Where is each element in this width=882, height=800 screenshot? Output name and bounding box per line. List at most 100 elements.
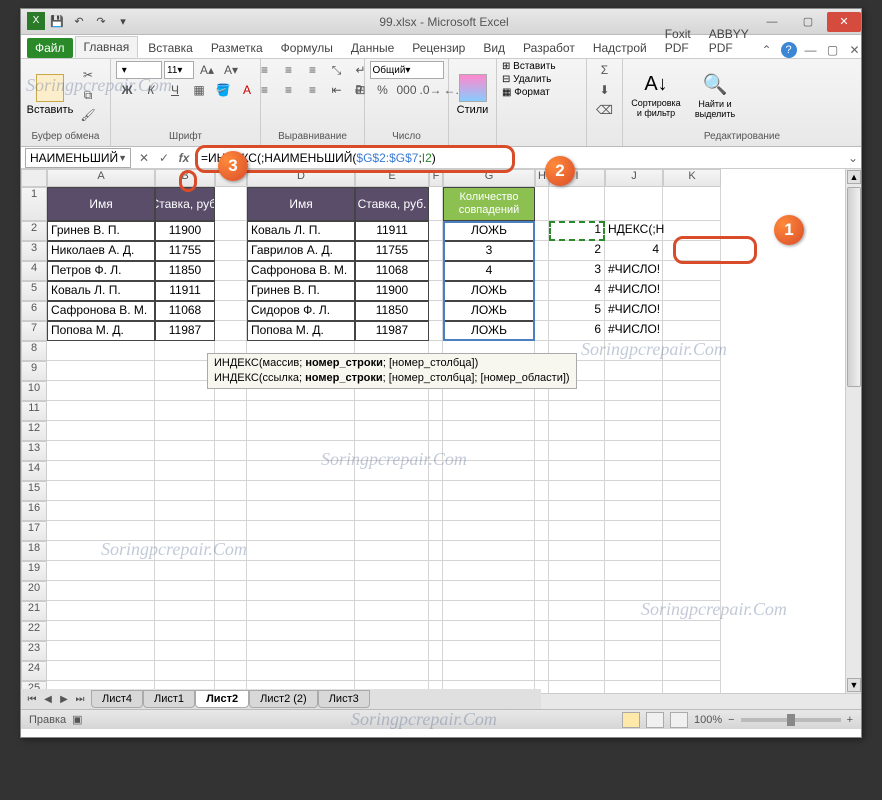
cell[interactable] xyxy=(663,301,721,321)
cell[interactable] xyxy=(605,581,663,601)
cancel-formula-icon[interactable]: ✕ xyxy=(135,149,153,167)
cell[interactable]: 11911 xyxy=(155,281,215,301)
cell[interactable] xyxy=(535,421,549,441)
cell[interactable] xyxy=(663,441,721,461)
row-header-18[interactable]: 18 xyxy=(21,541,47,561)
font-name-combo[interactable]: ▾ xyxy=(116,61,162,79)
align-center-icon[interactable]: ≡ xyxy=(278,81,300,99)
row-header-14[interactable]: 14 xyxy=(21,461,47,481)
cell[interactable]: 4 xyxy=(605,241,663,261)
cell[interactable] xyxy=(247,401,355,421)
cell[interactable] xyxy=(47,561,155,581)
cell[interactable] xyxy=(355,581,429,601)
tab-view[interactable]: Вид xyxy=(475,38,513,58)
cell[interactable] xyxy=(549,421,605,441)
cell[interactable] xyxy=(47,481,155,501)
cell[interactable] xyxy=(355,661,429,681)
tab-home[interactable]: Главная xyxy=(75,36,139,58)
cell[interactable]: 11900 xyxy=(355,281,429,301)
cell[interactable]: Сидоров Ф. Л. xyxy=(247,301,355,321)
cell[interactable] xyxy=(535,241,549,261)
cell[interactable] xyxy=(663,581,721,601)
col-header-A[interactable]: A xyxy=(47,169,155,187)
view-layout-button[interactable] xyxy=(646,712,664,728)
cell[interactable]: 11850 xyxy=(155,261,215,281)
cell[interactable] xyxy=(535,561,549,581)
cell[interactable] xyxy=(429,601,443,621)
select-all-button[interactable] xyxy=(21,169,47,187)
row-header-5[interactable]: 5 xyxy=(21,281,47,301)
cell[interactable] xyxy=(549,461,605,481)
cell[interactable] xyxy=(663,641,721,661)
cell[interactable] xyxy=(605,401,663,421)
cell[interactable]: Коваль Л. П. xyxy=(47,281,155,301)
cell[interactable] xyxy=(429,421,443,441)
sheet-tab[interactable]: Лист3 xyxy=(318,690,370,708)
tab-review[interactable]: Рецензир xyxy=(404,38,473,58)
cell[interactable] xyxy=(443,501,535,521)
row-header-11[interactable]: 11 xyxy=(21,401,47,421)
cell[interactable] xyxy=(663,361,721,381)
cell[interactable] xyxy=(247,441,355,461)
cell[interactable] xyxy=(605,641,663,661)
cell[interactable] xyxy=(443,421,535,441)
cell[interactable] xyxy=(247,621,355,641)
cell[interactable] xyxy=(215,241,247,261)
cell[interactable]: НДЕКС(;Н xyxy=(605,221,663,241)
qat-redo-icon[interactable]: ↷ xyxy=(91,12,111,32)
format-painter-icon[interactable]: 🖌 xyxy=(77,106,99,124)
cell[interactable] xyxy=(605,187,663,221)
cell[interactable] xyxy=(443,521,535,541)
cell[interactable] xyxy=(429,441,443,461)
cell[interactable]: ЛОЖЬ xyxy=(443,301,535,321)
cell[interactable] xyxy=(155,621,215,641)
cell[interactable] xyxy=(355,641,429,661)
cell[interactable] xyxy=(605,661,663,681)
row-header-8[interactable]: 8 xyxy=(21,341,47,361)
cell[interactable] xyxy=(215,481,247,501)
cell[interactable] xyxy=(355,481,429,501)
cell[interactable]: 11850 xyxy=(355,301,429,321)
cell[interactable] xyxy=(663,221,721,241)
cell[interactable] xyxy=(535,461,549,481)
cell[interactable] xyxy=(663,401,721,421)
cell[interactable] xyxy=(155,541,215,561)
cell[interactable] xyxy=(155,421,215,441)
cell[interactable] xyxy=(535,221,549,241)
ribbon-minimize-icon[interactable]: ⌃ xyxy=(759,42,775,58)
formula-input[interactable]: =ИНДЕКС(;НАИМЕНЬШИЙ($G$2:$G$7;I2) xyxy=(197,151,845,165)
cell[interactable] xyxy=(549,561,605,581)
cell[interactable] xyxy=(355,421,429,441)
cell[interactable] xyxy=(215,541,247,561)
cell[interactable]: Ставка, руб. xyxy=(355,187,429,221)
cell[interactable] xyxy=(663,241,721,261)
cell[interactable] xyxy=(535,621,549,641)
cell[interactable] xyxy=(535,581,549,601)
cell[interactable] xyxy=(215,501,247,521)
cell[interactable] xyxy=(429,661,443,681)
cell[interactable]: Имя xyxy=(47,187,155,221)
cell[interactable] xyxy=(443,641,535,661)
cell[interactable] xyxy=(155,461,215,481)
qat-save-icon[interactable]: 💾 xyxy=(47,12,67,32)
cell[interactable]: 11900 xyxy=(155,221,215,241)
cell[interactable] xyxy=(47,341,155,361)
cell[interactable] xyxy=(535,187,549,221)
align-bottom-icon[interactable]: ≡ xyxy=(302,61,324,79)
cell[interactable] xyxy=(429,461,443,481)
fill-color-icon[interactable]: 🪣 xyxy=(212,81,234,99)
cell[interactable] xyxy=(355,521,429,541)
cell[interactable] xyxy=(155,341,215,361)
tab-developer[interactable]: Разработ xyxy=(515,38,583,58)
cell[interactable] xyxy=(47,521,155,541)
border-icon[interactable]: ▦ xyxy=(188,81,210,99)
cell[interactable] xyxy=(355,621,429,641)
cell[interactable] xyxy=(535,481,549,501)
cell[interactable]: Гринев В. П. xyxy=(47,221,155,241)
cell[interactable] xyxy=(549,401,605,421)
cell[interactable] xyxy=(355,501,429,521)
cell[interactable] xyxy=(155,601,215,621)
cell[interactable] xyxy=(429,241,443,261)
cell[interactable] xyxy=(663,281,721,301)
cell[interactable] xyxy=(429,501,443,521)
